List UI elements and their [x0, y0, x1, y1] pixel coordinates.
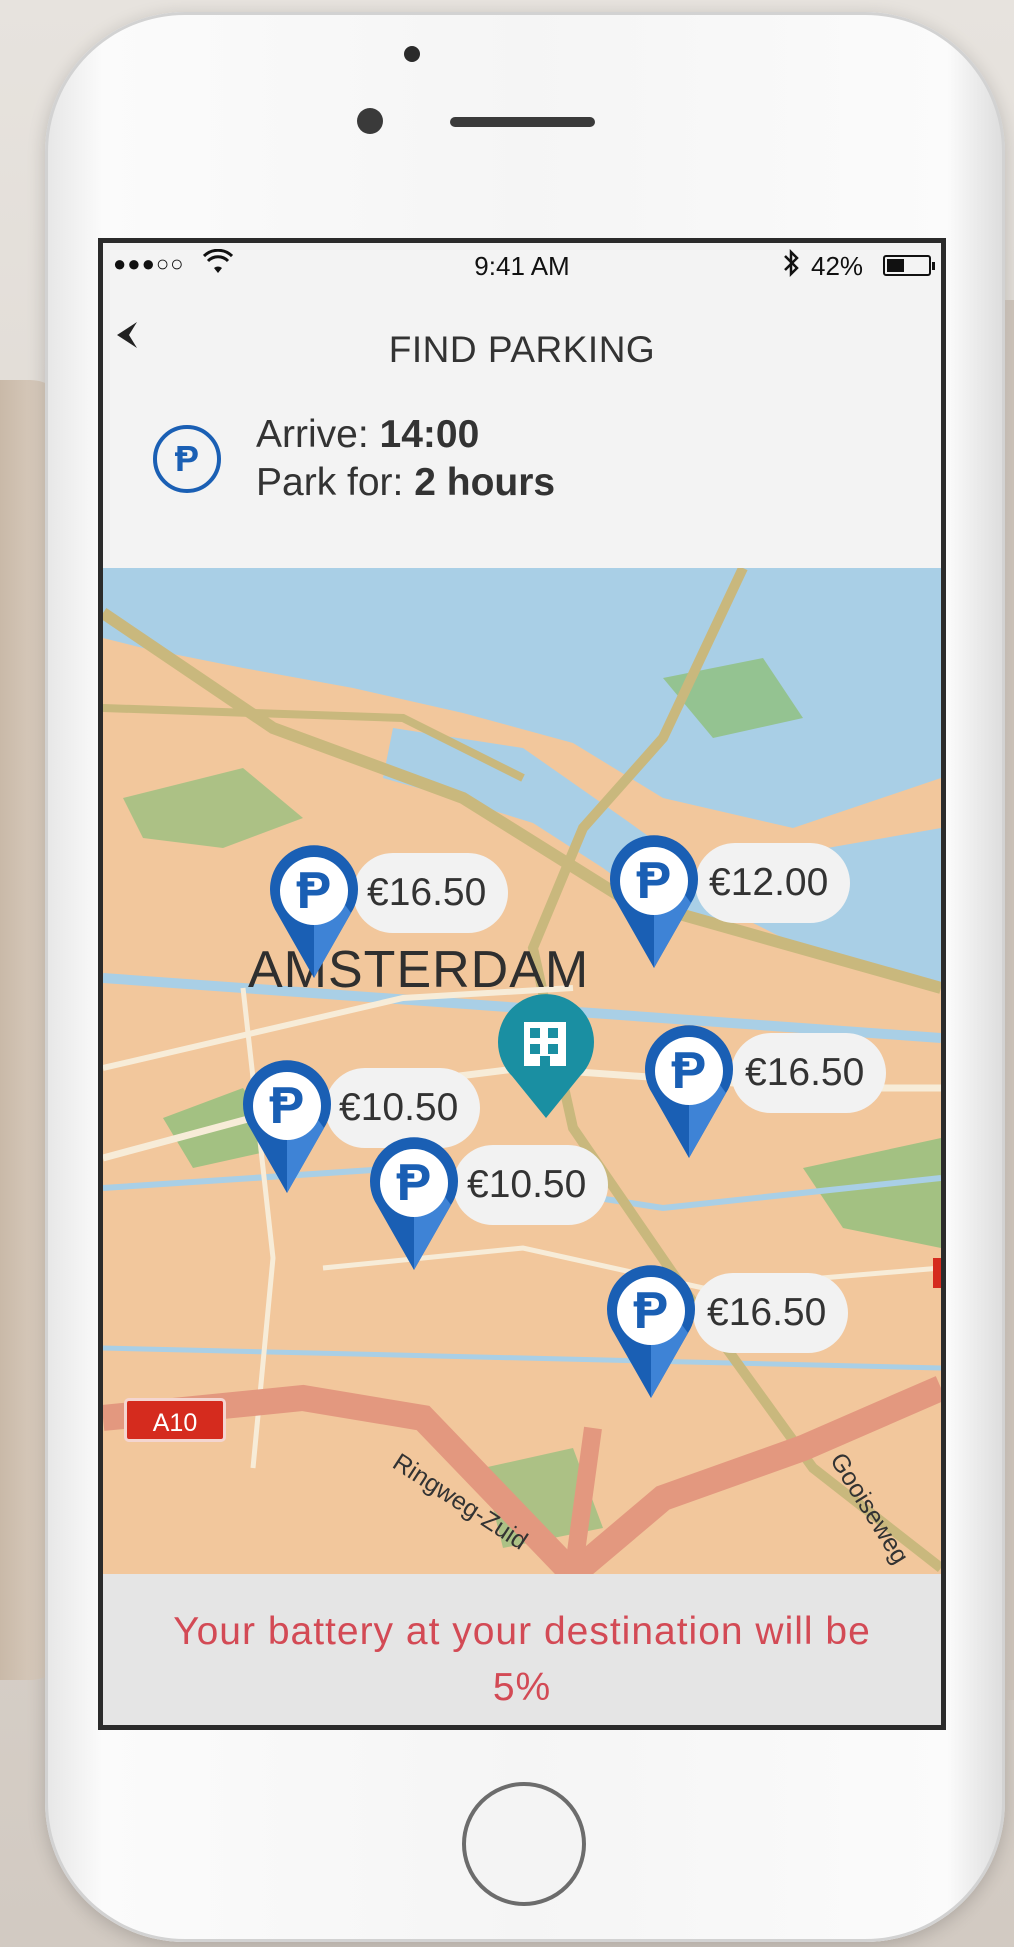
front-camera: [404, 46, 420, 62]
parking-price-tag[interactable]: €12.00: [695, 843, 851, 923]
parking-summary[interactable]: Ᵽ Arrive: 14:00 Park for: 2 hours: [103, 413, 941, 553]
map-view[interactable]: AMSTERDAM A10 Ringweg-Zuid Gooiseweg €16…: [103, 568, 941, 1574]
park-value: 2 hours: [414, 461, 556, 504]
parking-p-icon: Ᵽ: [636, 852, 672, 910]
arrive-value: 14:00: [379, 413, 480, 456]
parking-icon: Ᵽ: [153, 425, 221, 493]
status-bar: ●●●○○ 9:41 AM 42%: [103, 243, 941, 289]
parking-price-tag[interactable]: €16.50: [693, 1273, 849, 1353]
parking-p-icon: Ᵽ: [633, 1282, 669, 1340]
park-duration: Park for: 2 hours: [256, 461, 555, 505]
battery-warning-message: Your battery at your destination will be…: [173, 1610, 871, 1709]
home-button[interactable]: [462, 1782, 586, 1906]
parking-p-icon: Ᵽ: [269, 1077, 305, 1135]
parking-price-tag[interactable]: €16.50: [731, 1033, 887, 1113]
parking-p-icon: Ᵽ: [296, 862, 332, 920]
earpiece-speaker: [450, 117, 595, 127]
parking-price-tag[interactable]: €16.50: [353, 853, 509, 933]
battery-icon: [883, 255, 935, 276]
bluetooth-icon: [781, 248, 801, 285]
navigation-bar: FIND PARKING: [103, 303, 941, 383]
parking-marker[interactable]: Ᵽ: [638, 1023, 740, 1163]
road-shield-a10: A10: [124, 1398, 226, 1442]
park-label: Park for:: [256, 461, 404, 504]
parking-price-tag[interactable]: €10.50: [453, 1145, 609, 1225]
parking-marker[interactable]: Ᵽ: [603, 833, 705, 973]
parking-marker[interactable]: Ᵽ: [263, 843, 365, 983]
parking-marker[interactable]: Ᵽ: [236, 1058, 338, 1198]
page-title: FIND PARKING: [388, 329, 656, 370]
battery-percent: 42%: [811, 251, 864, 281]
building-icon: [524, 1022, 566, 1066]
proximity-sensor: [357, 108, 383, 134]
parking-marker[interactable]: Ᵽ: [600, 1263, 702, 1403]
parking-p-icon: Ᵽ: [671, 1042, 707, 1100]
arrive-label: Arrive:: [256, 413, 369, 456]
battery-warning-banner: Your battery at your destination will be…: [103, 1574, 941, 1725]
parking-p-icon: Ᵽ: [396, 1154, 432, 1212]
parking-marker[interactable]: Ᵽ: [363, 1135, 465, 1275]
app-screen: ●●●○○ 9:41 AM 42% FIND PARKING Ᵽ Arrive:…: [98, 238, 946, 1730]
arrive-time: Arrive: 14:00: [256, 413, 479, 457]
destination-marker[interactable]: [490, 988, 602, 1128]
